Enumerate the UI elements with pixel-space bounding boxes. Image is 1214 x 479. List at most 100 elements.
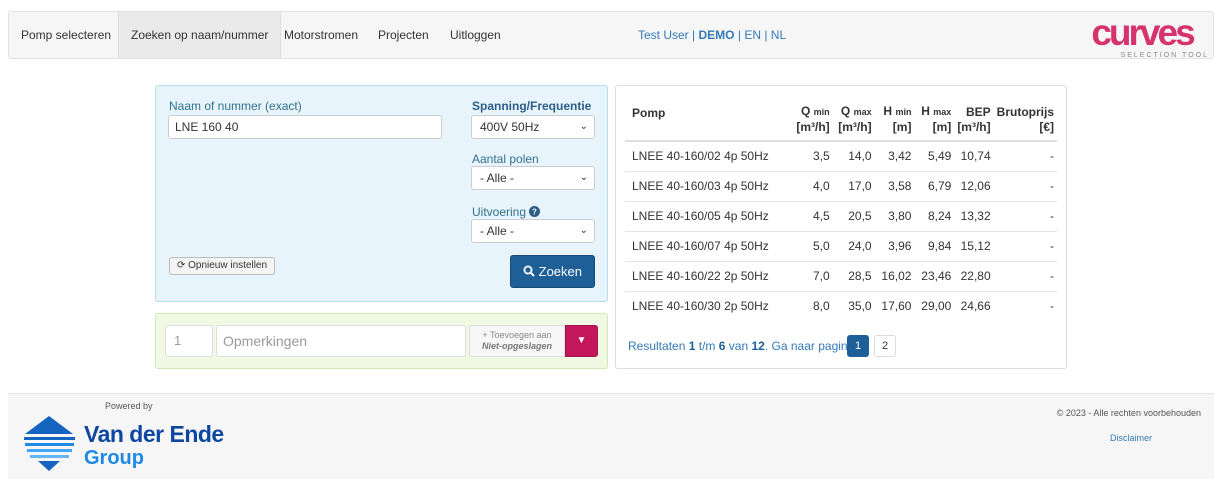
cell-qmax: 14,0	[848, 149, 872, 164]
execution-label: Uitvoering	[472, 205, 527, 219]
pagination-summary: Resultaten 1 t/m 6 van 12. Ga naar pagin…	[628, 339, 858, 353]
user-links: Test User | DEMO | EN | NL	[638, 12, 786, 58]
project-name: Niet-opgeslagen	[481, 341, 552, 351]
lang-en-link[interactable]: EN	[744, 28, 761, 42]
plus-icon: +	[482, 330, 488, 340]
disclaimer-link[interactable]: Disclaimer	[1110, 433, 1152, 443]
company-name: Van der Ende	[84, 421, 224, 447]
project-dropdown-button[interactable]: ▼	[565, 325, 598, 357]
van-der-ende-logo[interactable]: Van der Ende Group	[21, 412, 261, 474]
pump-name[interactable]: LNEE 40-160/22 2p 50Hz	[625, 260, 791, 291]
cell-qmin: 4,5	[790, 200, 833, 231]
separator: |	[692, 28, 696, 42]
separator: |	[764, 28, 768, 42]
voltage-value: 400V 50Hz	[480, 120, 540, 134]
table-row[interactable]: LNEE 40-160/30 2p 50Hz 8,0 35,0 17,60 29…	[625, 290, 1057, 321]
name-label: Naam of nummer (exact)	[169, 99, 302, 113]
logo-text: curves	[1091, 15, 1195, 53]
col-qmax[interactable]: Q max [m³/h]	[832, 100, 875, 142]
results-table: Pomp Q min [m³/h] Q max [m³/h] H min [m] H …	[625, 100, 1057, 321]
waves-icon	[24, 416, 75, 471]
add-to-project-button[interactable]: + Toevoegen aan Niet-opgeslagen	[469, 325, 565, 357]
reset-button[interactable]: ⟳ Opnieuw instellen	[169, 257, 275, 275]
table-row[interactable]: LNEE 40-160/07 4p 50Hz 5,0 24,0 3,96 9,8…	[625, 230, 1057, 261]
search-button[interactable]: Zoeken	[510, 255, 595, 288]
pump-name[interactable]: LNEE 40-160/07 4p 50Hz	[625, 230, 791, 261]
cell-hmax: 5,49	[927, 149, 952, 164]
page-2-button[interactable]: 2	[874, 335, 896, 357]
logo-subtitle: SELECTION TOOL	[1121, 52, 1209, 59]
cell-price: -	[993, 260, 1057, 291]
remarks-input[interactable]: Opmerkingen	[216, 325, 466, 357]
col-brutoprijs[interactable]: Brutoprijs [€]	[993, 100, 1057, 142]
nav-pomp-selecteren[interactable]: Pomp selecteren	[9, 12, 123, 58]
demo-link[interactable]: DEMO	[699, 28, 735, 42]
col-bep[interactable]: BEP [m³/h]	[954, 100, 994, 142]
search-panel: Naam of nummer (exact) LNE 160 40 Spanni…	[155, 85, 608, 302]
cell-bep: 15,12	[954, 230, 994, 261]
powered-by-label: Powered by	[105, 401, 153, 411]
help-icon[interactable]: ?	[529, 206, 541, 217]
cell-hmin: 3,42	[888, 149, 912, 164]
cell-price: -	[1050, 149, 1054, 164]
curves-logo[interactable]: curves SELECTION TOOL	[1073, 15, 1211, 59]
chevron-down-icon: ⌄	[579, 121, 588, 132]
cell-hmin: 3,58	[874, 170, 915, 201]
company-group: Group	[84, 447, 144, 469]
search-icon	[523, 265, 535, 277]
cell-hmax: 6,79	[914, 170, 955, 201]
svg-text:?: ?	[532, 208, 537, 217]
execution-value: - Alle -	[480, 224, 515, 238]
poles-select[interactable]: - Alle - ⌄	[471, 166, 595, 190]
col-pomp[interactable]: Pomp	[625, 100, 791, 142]
execution-select[interactable]: - Alle - ⌄	[471, 219, 595, 243]
pump-name[interactable]: LNEE 40-160/03 4p 50Hz	[625, 170, 791, 201]
voltage-select[interactable]: 400V 50Hz ⌄	[471, 115, 595, 139]
table-row[interactable]: LNEE 40-160/02 4p 50Hz 3,5 14,0 3,42 5,4…	[625, 141, 1057, 171]
pump-name[interactable]: LNEE 40-160/02 4p 50Hz	[625, 141, 791, 171]
nav-projecten[interactable]: Projecten	[366, 12, 441, 58]
table-row[interactable]: LNEE 40-160/03 4p 50Hz 4,0 17,0 3,58 6,7…	[625, 170, 1057, 201]
cell-qmax: 20,5	[832, 200, 875, 231]
user-name-link[interactable]: Test User	[638, 28, 689, 42]
lang-nl-link[interactable]: NL	[771, 28, 786, 42]
name-input[interactable]: LNE 160 40	[168, 115, 442, 139]
cell-bep: 22,80	[954, 260, 994, 291]
voltage-label: Spanning/Frequentie	[472, 99, 592, 113]
cell-bep: 24,66	[954, 290, 994, 321]
cell-bep: 13,32	[954, 200, 994, 231]
poles-value: - Alle -	[480, 171, 515, 185]
poles-label: Aantal polen	[472, 152, 539, 166]
nav-motorstromen[interactable]: Motorstromen	[272, 12, 370, 58]
pump-name[interactable]: LNEE 40-160/05 4p 50Hz	[625, 200, 791, 231]
pump-name[interactable]: LNEE 40-160/30 2p 50Hz	[625, 290, 791, 321]
col-qmin[interactable]: Q min [m³/h]	[790, 100, 833, 142]
cell-bep: 12,06	[954, 170, 994, 201]
notes-panel: 1 Opmerkingen + Toevoegen aan Niet-opges…	[155, 313, 608, 369]
cell-price: -	[993, 170, 1057, 201]
cell-qmin: 5,0	[790, 230, 833, 261]
cell-qmax: 17,0	[832, 170, 875, 201]
cell-price: -	[993, 200, 1057, 231]
chevron-down-icon: ⌄	[579, 225, 588, 236]
execution-label-wrap: Uitvoering ?	[472, 205, 541, 219]
cell-price: -	[993, 290, 1057, 321]
cell-qmax: 24,0	[832, 230, 875, 261]
nav-uitloggen[interactable]: Uitloggen	[438, 12, 513, 58]
cell-hmax: 9,84	[914, 230, 955, 261]
search-label: Zoeken	[538, 264, 582, 279]
cell-qmax: 35,0	[832, 290, 875, 321]
col-hmax[interactable]: H max [m]	[914, 100, 955, 142]
col-hmin[interactable]: H min [m]	[874, 100, 915, 142]
table-header-row: Pomp Q min [m³/h] Q max [m³/h] H min [m] H …	[625, 100, 1057, 142]
nav-zoeken-op-naam[interactable]: Zoeken op naam/nummer	[118, 12, 282, 58]
quantity-input[interactable]: 1	[165, 325, 213, 357]
cell-qmin: 7,0	[790, 260, 833, 291]
table-row[interactable]: LNEE 40-160/22 2p 50Hz 7,0 28,5 16,02 23…	[625, 260, 1057, 291]
page-1-button[interactable]: 1	[847, 335, 869, 357]
cell-price: -	[993, 230, 1057, 261]
footer: Powered by Van der Ende Group © 2023 - A…	[8, 393, 1214, 479]
cell-hmin: 3,96	[874, 230, 915, 261]
cell-hmax: 23,46	[914, 260, 955, 291]
table-row[interactable]: LNEE 40-160/05 4p 50Hz 4,5 20,5 3,80 8,2…	[625, 200, 1057, 231]
